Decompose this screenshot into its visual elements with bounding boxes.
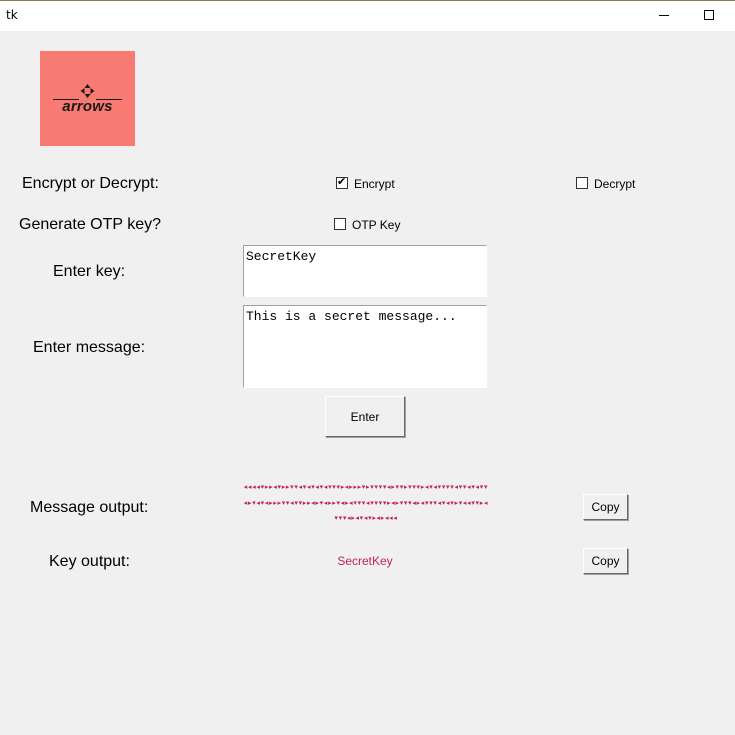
message-output-value: ◂◂◂◂▾▸▸◂▾▸▸▾▾◂▾◂▾◂▾◂▾▾▾▸◂▸▸▸▾▸▾▾▾▾◂▸▾▾▸▾… — [243, 483, 489, 522]
arrows-logo: arrows — [40, 51, 135, 146]
title-bar: tk — [0, 0, 735, 31]
message-input[interactable]: This is a secret message... — [243, 305, 487, 388]
key-output-label: Key output: — [49, 553, 130, 570]
mode-label: Encrypt or Decrypt: — [22, 175, 159, 192]
key-output-value: SecretKey — [337, 554, 393, 568]
decrypt-checkbox[interactable] — [576, 177, 588, 189]
message-output-label: Message output: — [30, 499, 149, 516]
otp-label: Generate OTP key? — [19, 216, 161, 233]
enter-button[interactable]: Enter — [325, 396, 405, 437]
otp-checkbox-label[interactable]: OTP Key — [352, 218, 400, 232]
key-input[interactable]: SecretKey — [243, 245, 487, 297]
copy-message-button[interactable]: Copy — [583, 494, 628, 520]
window-title: tk — [6, 8, 18, 22]
key-label: Enter key: — [53, 263, 126, 280]
message-label: Enter message: — [33, 339, 146, 356]
maximize-icon[interactable] — [686, 0, 732, 31]
decrypt-label[interactable]: Decrypt — [594, 177, 635, 191]
minimize-icon[interactable] — [640, 0, 686, 31]
title-bar-trim — [0, 0, 735, 1]
otp-checkbox[interactable] — [334, 218, 346, 230]
copy-key-button[interactable]: Copy — [583, 548, 628, 574]
logo-text: arrows — [62, 98, 113, 115]
encrypt-label[interactable]: Encrypt — [354, 177, 395, 191]
encrypt-checkbox[interactable] — [336, 175, 348, 189]
